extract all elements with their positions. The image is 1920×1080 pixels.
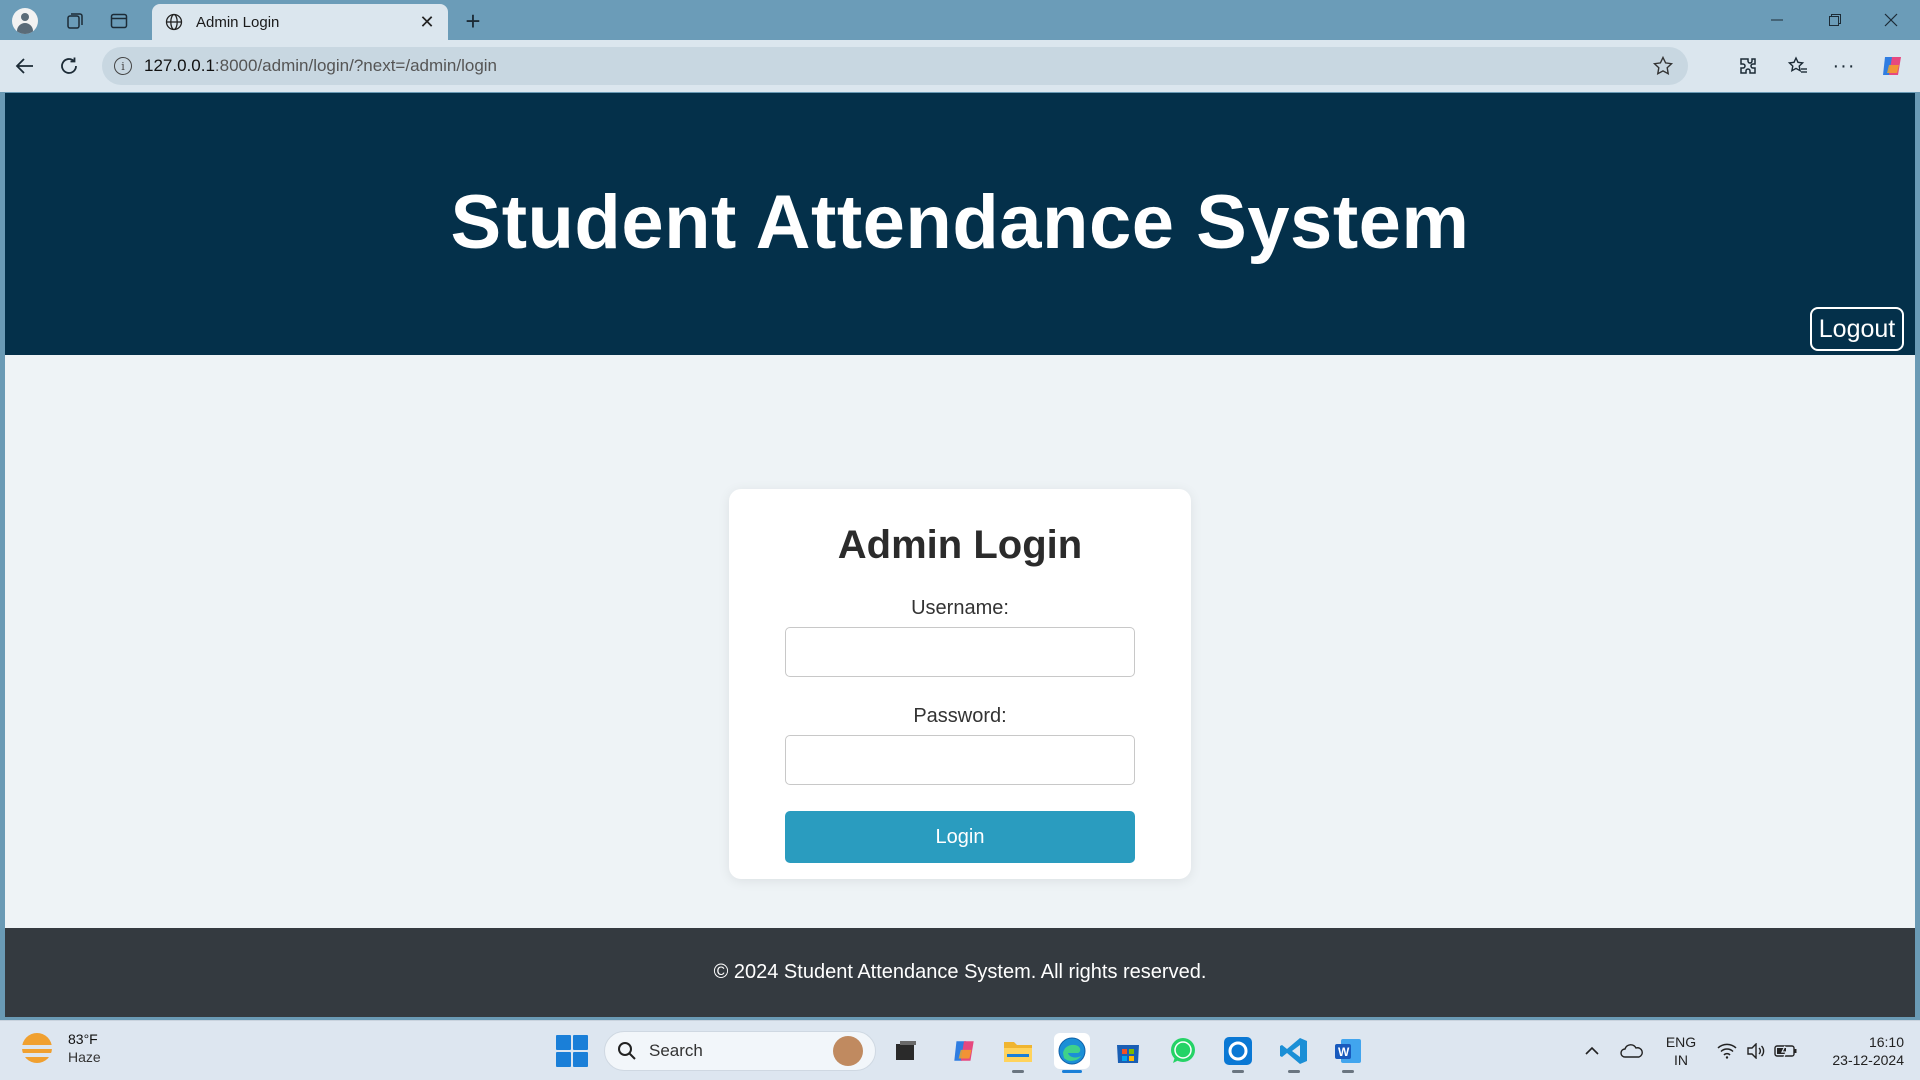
web-page: Student Attendance System Logout Admin L… bbox=[5, 93, 1915, 1017]
close-window-icon[interactable] bbox=[1862, 0, 1920, 40]
more-options-icon[interactable]: ··· bbox=[1826, 49, 1862, 83]
haze-weather-icon bbox=[20, 1033, 54, 1063]
site-info-icon[interactable]: i bbox=[114, 57, 132, 75]
password-input[interactable] bbox=[785, 735, 1135, 785]
weather-widget[interactable]: 83°F Haze bbox=[20, 1031, 101, 1065]
weather-temperature: 83°F bbox=[68, 1031, 98, 1047]
favorites-icon[interactable] bbox=[1780, 49, 1816, 83]
whatsapp-icon[interactable] bbox=[1165, 1033, 1201, 1069]
login-title: Admin Login bbox=[837, 523, 1083, 567]
search-icon bbox=[618, 1042, 636, 1060]
url-path: :8000/admin/login/?next=/admin/login bbox=[214, 56, 498, 75]
file-explorer-icon[interactable] bbox=[1000, 1033, 1036, 1073]
language-indicator[interactable]: ENG IN bbox=[1656, 1021, 1706, 1080]
battery-charging-icon[interactable] bbox=[1770, 1021, 1802, 1080]
start-windows-icon[interactable] bbox=[556, 1035, 588, 1067]
word-icon[interactable]: W bbox=[1330, 1033, 1366, 1073]
onedrive-cloud-icon[interactable] bbox=[1614, 1021, 1650, 1080]
region-code: IN bbox=[1674, 1052, 1688, 1068]
taskbar-search[interactable]: Search bbox=[604, 1031, 876, 1071]
minimize-icon[interactable] bbox=[1748, 0, 1806, 40]
vscode-icon[interactable] bbox=[1276, 1033, 1312, 1073]
search-placeholder: Search bbox=[649, 1041, 703, 1060]
globe-icon bbox=[164, 12, 184, 32]
browser-tab-bar: Admin Login ✕ + bbox=[0, 0, 1920, 40]
password-label: Password: bbox=[913, 705, 1007, 727]
login-button[interactable]: Login bbox=[785, 811, 1135, 863]
taskbar-clock[interactable]: 16:10 23-12-2024 bbox=[1808, 1021, 1912, 1080]
weather-condition: Haze bbox=[68, 1049, 101, 1065]
extensions-icon[interactable] bbox=[1730, 49, 1766, 83]
windows-taskbar: 83°F Haze Search W ENG IN 16:10 23-12-20… bbox=[0, 1020, 1920, 1080]
copilot-icon[interactable] bbox=[1874, 49, 1910, 83]
profile-icon bbox=[12, 8, 38, 34]
site-footer: © 2024 Student Attendance System. All ri… bbox=[5, 928, 1915, 1017]
username-label: Username: bbox=[911, 597, 1009, 619]
site-title: Student Attendance System bbox=[450, 180, 1470, 265]
tab-admin-login[interactable]: Admin Login ✕ bbox=[152, 4, 448, 40]
browser-toolbar: i 127.0.0.1:8000/admin/login/?next=/admi… bbox=[0, 40, 1920, 92]
clock-time: 16:10 bbox=[1868, 1034, 1904, 1050]
edge-icon[interactable] bbox=[1054, 1033, 1090, 1073]
profile-button[interactable] bbox=[8, 6, 42, 36]
svg-text:W: W bbox=[1338, 1045, 1350, 1059]
wifi-icon[interactable] bbox=[1712, 1021, 1742, 1080]
vertical-tabs-icon[interactable] bbox=[102, 6, 136, 36]
footer-copyright: © 2024 Student Attendance System. All ri… bbox=[713, 961, 1207, 983]
clock-date: 23-12-2024 bbox=[1832, 1052, 1904, 1068]
copilot-taskbar-icon[interactable] bbox=[946, 1033, 982, 1069]
cortana-icon[interactable] bbox=[1220, 1033, 1256, 1073]
new-tab-icon[interactable]: + bbox=[456, 6, 490, 36]
show-hidden-icons-chevron-icon[interactable] bbox=[1576, 1021, 1608, 1080]
url-host: 127.0.0.1 bbox=[144, 56, 215, 75]
language-code: ENG bbox=[1665, 1034, 1697, 1050]
task-view-icon[interactable] bbox=[888, 1033, 924, 1069]
microsoft-store-icon[interactable] bbox=[1110, 1033, 1146, 1069]
tab-title: Admin Login bbox=[196, 13, 280, 31]
reload-icon[interactable] bbox=[52, 49, 86, 83]
login-card: Admin Login Username: Password: Login bbox=[729, 489, 1191, 879]
site-header: Student Attendance System Logout bbox=[5, 93, 1915, 355]
workspaces-icon[interactable] bbox=[58, 6, 92, 36]
volume-icon[interactable] bbox=[1742, 1021, 1770, 1080]
address-bar[interactable]: i 127.0.0.1:8000/admin/login/?next=/admi… bbox=[102, 47, 1688, 85]
search-highlight-icon bbox=[833, 1036, 863, 1066]
close-tab-icon[interactable]: ✕ bbox=[416, 11, 438, 33]
back-icon[interactable] bbox=[8, 49, 42, 83]
favorite-star-icon[interactable] bbox=[1652, 55, 1674, 82]
restore-icon[interactable] bbox=[1806, 0, 1864, 40]
username-input[interactable] bbox=[785, 627, 1135, 677]
logout-button[interactable]: Logout bbox=[1810, 307, 1904, 351]
